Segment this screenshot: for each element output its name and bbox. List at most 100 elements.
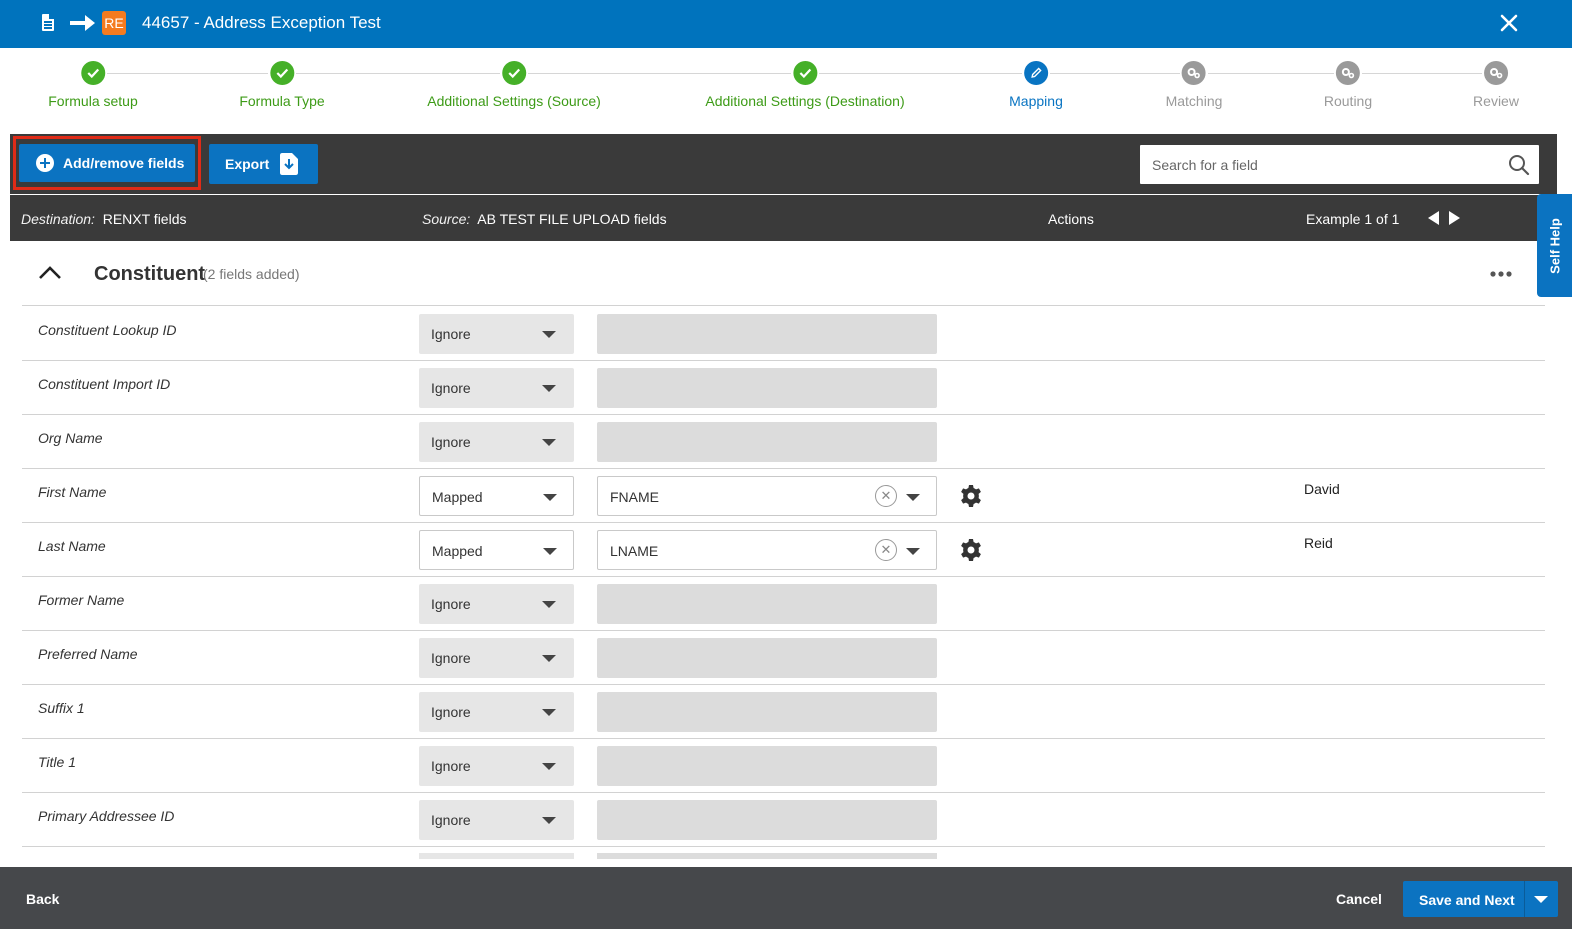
source-field-select-disabled	[597, 638, 937, 678]
source-field-select-disabled	[597, 584, 937, 624]
destination-header: Destination: RENXT fields	[21, 211, 187, 227]
field-row: Last Name Mapped LNAME ✕ Reid	[22, 523, 1545, 577]
field-row: Org Name Ignore	[22, 415, 1545, 469]
caret-down-icon	[542, 331, 556, 338]
search-icon[interactable]	[1508, 154, 1530, 176]
mapping-mode-select[interactable]: Ignore	[419, 314, 574, 354]
destination-field-name: Title 1	[38, 754, 77, 770]
cancel-button[interactable]: Cancel	[1336, 891, 1382, 907]
step-status-icon	[270, 61, 294, 85]
step-review[interactable]: Review	[1473, 61, 1519, 109]
mapping-mode-value: Mapped	[432, 489, 483, 505]
re-badge-icon: RE	[102, 11, 126, 35]
add-remove-fields-label: Add/remove fields	[63, 155, 185, 171]
step-status-icon	[1182, 61, 1206, 85]
step-additional-settings-source[interactable]: Additional Settings (Source)	[427, 61, 601, 109]
step-status-icon	[501, 61, 526, 85]
step-matching[interactable]: Matching	[1165, 61, 1223, 109]
gear-icon[interactable]	[959, 484, 983, 508]
source-field-select[interactable]: FNAME ✕	[597, 476, 937, 516]
plus-circle-icon	[36, 154, 54, 172]
source-field-value: LNAME	[610, 543, 659, 559]
partial-row	[22, 845, 1545, 859]
step-formula-setup[interactable]: Formula setup	[48, 61, 138, 109]
field-row: First Name Mapped FNAME ✕ David	[22, 469, 1545, 523]
wizard-stepper: Formula setup Formula Type Additional Sett…	[0, 48, 1572, 134]
step-label: Additional Settings (Destination)	[705, 93, 905, 109]
source-field-select-disabled	[597, 368, 937, 408]
mapping-mode-select[interactable]: Ignore	[419, 692, 574, 732]
download-file-icon	[280, 153, 298, 175]
source-field-select-disabled	[597, 314, 937, 354]
mapping-mode-value: Ignore	[431, 380, 471, 396]
step-label: Review	[1473, 93, 1519, 109]
close-icon[interactable]	[1498, 12, 1520, 34]
self-help-label: Self Help	[1547, 217, 1562, 274]
step-routing[interactable]: Routing	[1324, 61, 1372, 109]
add-remove-fields-button[interactable]: Add/remove fields	[19, 144, 195, 182]
mapping-mode-select[interactable]: Ignore	[419, 638, 574, 678]
check-icon	[799, 68, 811, 79]
clear-icon[interactable]: ✕	[875, 485, 897, 507]
section-field-count: (2 fields added)	[203, 266, 300, 282]
step-status-icon	[792, 61, 817, 85]
constituent-section-header: Constituent (2 fields added)	[22, 242, 1545, 306]
mapping-mode-value: Ignore	[431, 812, 471, 828]
chevron-down-icon[interactable]	[1534, 896, 1548, 903]
gears-icon	[1188, 68, 1201, 79]
export-label: Export	[225, 156, 270, 172]
source-field-select-disabled	[597, 746, 937, 786]
gear-icon[interactable]	[959, 538, 983, 562]
mapping-mode-value: Ignore	[431, 434, 471, 450]
step-status-icon	[1023, 61, 1048, 85]
mapping-mode-select[interactable]: Ignore	[419, 368, 574, 408]
destination-field-name: Former Name	[38, 592, 125, 608]
caret-down-icon	[542, 817, 556, 824]
caret-down-icon[interactable]	[906, 548, 920, 555]
mapping-mode-value: Ignore	[431, 704, 471, 720]
caret-down-icon	[542, 709, 556, 716]
stepper-connector	[1050, 73, 1180, 74]
actions-header: Actions	[1048, 211, 1094, 227]
footer-bar: Back Cancel Save and Next	[0, 867, 1572, 929]
mapping-mode-select[interactable]: Mapped	[419, 476, 574, 516]
destination-field-name: Preferred Name	[38, 646, 138, 662]
column-header: Destination: RENXT fields Source: AB TES…	[10, 195, 1557, 241]
arrow-right-icon	[70, 15, 95, 31]
gears-icon	[1341, 68, 1355, 79]
step-label: Mapping	[1009, 93, 1063, 109]
step-mapping[interactable]: Mapping	[1009, 61, 1063, 109]
mapping-mode-select[interactable]: Ignore	[419, 746, 574, 786]
check-icon	[276, 68, 288, 79]
mapping-mode-select[interactable]: Ignore	[419, 422, 574, 462]
more-options-icon[interactable]	[1490, 271, 1512, 277]
mapping-mode-select[interactable]: Mapped	[419, 530, 574, 570]
back-button[interactable]: Back	[26, 891, 59, 907]
mapping-toolbar: Add/remove fields Export	[10, 134, 1557, 194]
gears-icon	[1490, 68, 1503, 79]
mapping-mode-value: Ignore	[431, 650, 471, 666]
source-field-value: FNAME	[610, 489, 659, 505]
source-field-select[interactable]: LNAME ✕	[597, 530, 937, 570]
step-label: Formula setup	[48, 93, 138, 109]
window-title: 44657 - Address Exception Test	[142, 13, 381, 32]
chevron-up-icon[interactable]	[38, 264, 62, 280]
step-additional-settings-destination[interactable]: Additional Settings (Destination)	[705, 61, 905, 109]
destination-field-name: Constituent Import ID	[38, 376, 171, 392]
field-search	[1140, 145, 1539, 184]
example-value: David	[1304, 481, 1340, 497]
caret-down-icon	[543, 548, 557, 555]
source-header: Source: AB TEST FILE UPLOAD fields	[422, 211, 667, 227]
step-label: Matching	[1165, 93, 1223, 109]
mapping-mode-select[interactable]: Ignore	[419, 584, 574, 624]
pencil-icon	[1031, 67, 1042, 78]
save-and-next-button[interactable]: Save and Next	[1403, 881, 1558, 917]
destination-field-name: First Name	[38, 484, 107, 500]
mapping-mode-value: Mapped	[432, 543, 483, 559]
search-input[interactable]	[1140, 145, 1500, 184]
export-button[interactable]: Export	[209, 144, 318, 184]
mapping-mode-select[interactable]: Ignore	[419, 800, 574, 840]
clear-icon[interactable]: ✕	[875, 539, 897, 561]
caret-down-icon[interactable]	[906, 494, 920, 501]
step-formula-type[interactable]: Formula Type	[239, 61, 325, 109]
